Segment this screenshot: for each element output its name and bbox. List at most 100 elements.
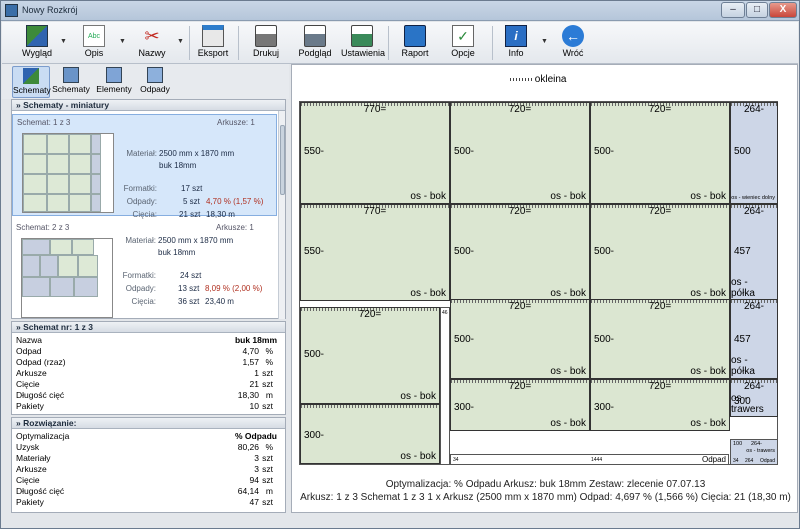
cut-piece[interactable]: 770= 550- os - bok (300, 102, 450, 204)
scheme-details-panel: » Schemat nr: 1 z 3 Nazwa buk 18mm Odpad 4,… (11, 321, 286, 415)
minimize-button[interactable]: – (721, 2, 745, 18)
cut-piece[interactable]: 720= 500- os - bok (590, 102, 730, 204)
printer-settings-icon (351, 25, 373, 47)
cut-piece[interactable]: 300- os - bok (300, 404, 440, 464)
eksport-label: Eksport (197, 48, 229, 58)
raport-button[interactable]: Raport (399, 25, 431, 58)
piece-width: 720= (648, 206, 672, 217)
cut-piece[interactable]: 720= 500- os - bok (450, 299, 590, 379)
schematy-view-button[interactable]: Schematy (52, 66, 90, 98)
scheme-label: Schemat: 2 z 3 (16, 223, 70, 232)
scheme-thumbnail-1[interactable]: Schemat: 1 z 3 Arkusze: 1 Materiał: 2500… (12, 114, 277, 219)
miniatures-scrollbar[interactable] (278, 111, 285, 319)
elementy-view-button[interactable]: Elementy (95, 66, 133, 98)
drukuj-button[interactable]: Drukuj (249, 25, 283, 58)
elementy-label: Elementy (96, 84, 132, 94)
piece-height: 550- (304, 246, 325, 257)
nazwy-dropdown-icon[interactable]: ▼ (177, 38, 184, 45)
schematy-label: Schematy (13, 85, 51, 95)
piece-width: 720= (508, 381, 532, 392)
opcje-button[interactable]: ✓ Opcje (448, 25, 478, 58)
piece-width: 264- (743, 381, 764, 392)
material-name: buk 18mm (159, 161, 197, 170)
info-button[interactable]: i Info (502, 25, 530, 58)
cut-piece[interactable]: 720= 500- os - bok (590, 299, 730, 379)
waste-label: Odpad (759, 458, 775, 464)
view-toolbar: Schematy Schematy Elementy Odpady (2, 64, 289, 99)
nazwy-button[interactable]: ✂ Nazwy (134, 25, 170, 58)
cut-piece[interactable]: 720= 500- os - bok (590, 204, 730, 301)
detail-unit: szt (262, 464, 273, 474)
detail-key: Długość cięć (16, 390, 65, 400)
podglad-button[interactable]: Podgląd (297, 25, 333, 58)
toolbar-separator (189, 26, 190, 60)
maximize-button[interactable]: □ (746, 2, 768, 18)
cut-piece[interactable]: 720= 500- os - bok (450, 102, 590, 204)
detail-value: buk 18mm (234, 335, 277, 345)
material-name: buk 18mm (158, 248, 196, 257)
cut-piece[interactable]: 264- 500 os - wieniec dolny (730, 102, 778, 204)
footer-summary-2: Arkusz: 1 z 3 Schemat 1 z 3 1 x Arkusz (… (300, 492, 791, 503)
info-dropdown-icon[interactable]: ▼ (541, 38, 548, 45)
eksport-button[interactable]: Eksport (195, 25, 231, 58)
wroc-button[interactable]: ← Wróć (558, 25, 588, 58)
ustawienia-label: Ustawienia (341, 48, 386, 58)
miniatures-list[interactable]: Schemat: 1 z 3 Arkusze: 1 Materiał: 2500… (12, 111, 285, 319)
ustawienia-button[interactable]: Ustawienia (341, 25, 386, 58)
ciecia-label: Cięcia: (131, 297, 156, 306)
wyglad-dropdown-icon[interactable]: ▼ (60, 38, 67, 45)
detail-unit: % (265, 346, 273, 356)
piece-name: os - półka (731, 355, 755, 377)
schematy-miniatures-view-button[interactable]: Schematy (12, 66, 51, 98)
detail-value: % Odpadu (234, 431, 277, 441)
toolbar-separator (492, 26, 493, 60)
waste-strip-vertical: 46 (440, 307, 450, 465)
opis-dropdown-icon[interactable]: ▼ (119, 38, 126, 45)
cut-piece[interactable]: 264- 457 os - półka (730, 299, 778, 379)
piece-width: 770= (363, 104, 387, 115)
detail-unit: % (265, 442, 273, 452)
piece-name: os - bok (690, 191, 726, 202)
odpady-label: Odpady: (125, 284, 156, 293)
piece-name: os - bok (690, 418, 726, 429)
detail-unit: szt (262, 453, 273, 463)
cutting-sheet[interactable]: 46 34 1444 Odpad 100 264- os - trawers 3… (299, 101, 778, 465)
piece-width: 264- (743, 301, 764, 312)
cut-piece[interactable]: 720= 500- os - bok (450, 204, 590, 301)
close-button[interactable]: X (769, 2, 797, 18)
sheets-label: Arkusze: 1 (217, 118, 255, 127)
piece-height: 500- (304, 349, 325, 360)
cut-piece[interactable]: 770= 550- os - bok (300, 204, 450, 301)
detail-key: Długość cięć (16, 486, 65, 496)
cut-piece[interactable]: 720= 300- os - bok (450, 379, 590, 431)
piece-width: 720= (358, 309, 382, 320)
report-book-icon (404, 25, 426, 47)
piece-height: 500- (454, 146, 475, 157)
odpady-view-button[interactable]: Odpady (136, 66, 174, 98)
piece-name: os - bok (690, 366, 726, 377)
wyglad-button[interactable]: Wygląd (18, 25, 56, 58)
scheme-details-list: Nazwa buk 18mm Odpad 4,70% Odpad (rzaz) 1,57%… (12, 333, 285, 415)
opis-label: Opis (84, 48, 104, 58)
solution-header[interactable]: » Rozwiązanie: (12, 418, 285, 429)
cut-piece[interactable]: 720= 300- os - bok (590, 379, 730, 431)
strip-dimension: 1444 (591, 457, 603, 463)
piece-width: 720= (648, 381, 672, 392)
scrollbar-thumb[interactable] (280, 125, 285, 195)
cut-piece[interactable]: 720= 500- os - bok (300, 307, 440, 404)
detail-value: 3 (254, 464, 259, 474)
opis-button[interactable]: Abc Opis (77, 25, 111, 58)
scissors-icon: ✂ (144, 26, 160, 46)
miniatures-header[interactable]: » Schematy - miniatury (12, 100, 285, 111)
cut-piece[interactable]: 264- 457 os - półka (730, 204, 778, 301)
back-arrow-icon: ← (562, 25, 584, 47)
detail-value: 94 (249, 475, 259, 485)
scheme-details-header[interactable]: » Schemat nr: 1 z 3 (12, 322, 285, 333)
footer-summary-1: Optymalizacja: % Odpadu Arkusz: buk 18mm… (385, 479, 706, 490)
cut-piece[interactable]: 264- 300 os - trawers (730, 379, 778, 417)
piece-name: os - bok (550, 191, 586, 202)
scheme-thumbnail-2[interactable]: Schemat: 2 z 3 Arkusze: 1 Materiał: 2500… (12, 220, 277, 319)
waste-icon (147, 67, 163, 83)
piece-name: os - bok (410, 288, 446, 299)
podglad-label: Podgląd (298, 48, 332, 58)
